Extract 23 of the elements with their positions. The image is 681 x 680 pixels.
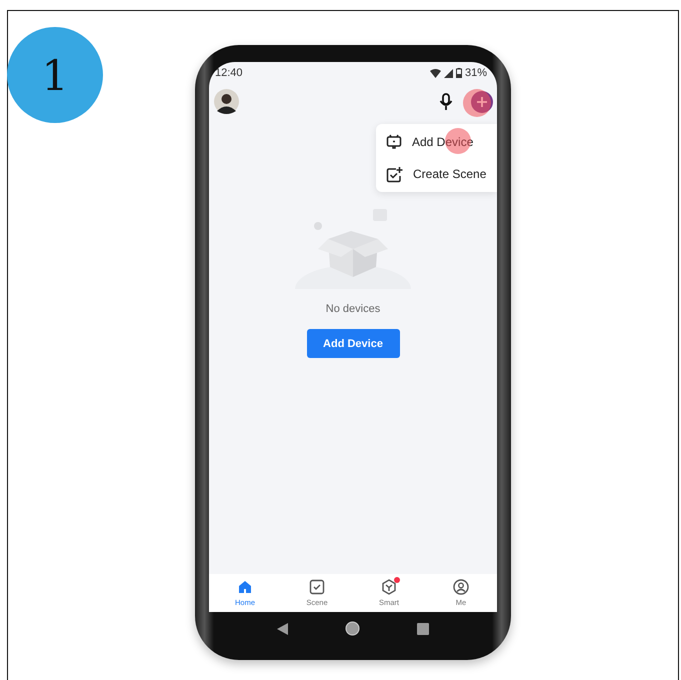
step-number-badge: 1 — [7, 27, 103, 123]
menu-item[interactable]: Create Scene — [376, 158, 497, 190]
battery-icon — [456, 68, 462, 78]
back-icon[interactable] — [277, 622, 290, 634]
home-icon — [237, 579, 253, 595]
recents-icon[interactable] — [416, 622, 429, 634]
add-scene-icon — [386, 166, 403, 182]
user-icon — [453, 579, 469, 595]
home-button-icon[interactable] — [345, 621, 360, 636]
microphone-icon[interactable] — [439, 92, 453, 110]
battery-percent: 31% — [464, 67, 487, 79]
signal-icon — [444, 68, 453, 78]
menu-item[interactable]: Add Device — [376, 126, 497, 158]
empty-message: No devices — [326, 303, 380, 315]
device-icon — [386, 134, 402, 150]
avatar-icon[interactable] — [214, 89, 239, 114]
add-device-button[interactable]: Add Device — [306, 329, 400, 358]
add-button[interactable] — [471, 90, 493, 112]
plus-icon — [476, 96, 488, 108]
cube-icon — [381, 579, 397, 595]
wifi-icon — [430, 68, 441, 78]
status-time: 12:40 — [215, 67, 243, 79]
checkbox-icon — [309, 579, 325, 595]
